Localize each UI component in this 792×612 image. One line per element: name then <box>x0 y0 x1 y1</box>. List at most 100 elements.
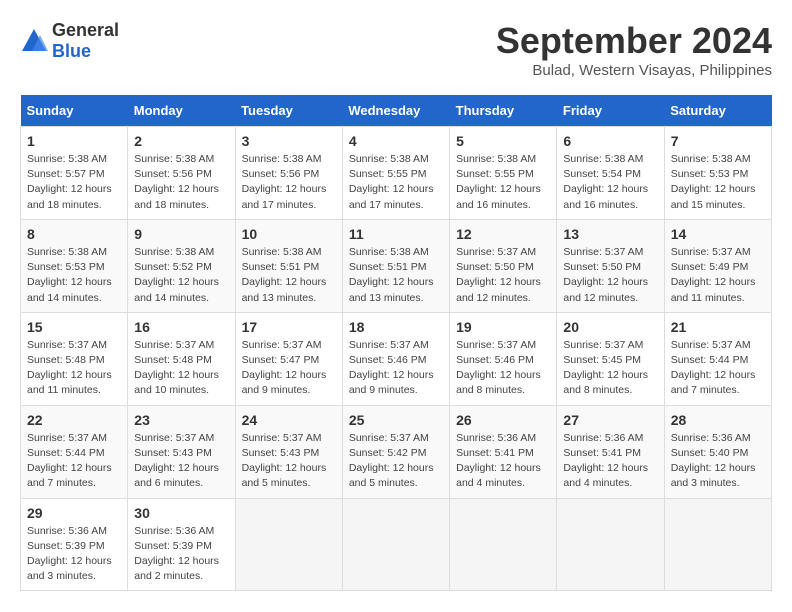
calendar-day: 27 Sunrise: 5:36 AM Sunset: 5:41 PM Dayli… <box>557 405 664 498</box>
day-number: 29 <box>27 505 121 521</box>
day-number: 7 <box>671 133 765 149</box>
day-info: Sunrise: 5:38 AM Sunset: 5:55 PM Dayligh… <box>349 152 443 213</box>
day-number: 2 <box>134 133 228 149</box>
day-info: Sunrise: 5:38 AM Sunset: 5:53 PM Dayligh… <box>27 245 121 306</box>
calendar-day <box>235 498 342 591</box>
calendar-day <box>450 498 557 591</box>
calendar-day: 9Sunrise: 5:38 AM Sunset: 5:52 PM Daylig… <box>128 219 235 312</box>
calendar-table: SundayMondayTuesdayWednesdayThursdayFrid… <box>20 95 772 591</box>
day-info: Sunrise: 5:37 AM Sunset: 5:46 PM Dayligh… <box>349 338 443 399</box>
day-info: Sunrise: 5:36 AM Sunset: 5:39 PM Dayligh… <box>134 524 228 585</box>
calendar-day: 6 Sunrise: 5:38 AM Sunset: 5:54 PM Daylig… <box>557 127 664 220</box>
day-info: Sunrise: 5:37 AM Sunset: 5:43 PM Dayligh… <box>242 431 336 492</box>
calendar-week: 1 Sunrise: 5:38 AM Sunset: 5:57 PM Daylig… <box>21 127 772 220</box>
day-header: Thursday <box>450 95 557 127</box>
day-info: Sunrise: 5:37 AM Sunset: 5:50 PM Dayligh… <box>563 245 657 306</box>
day-number: 10 <box>242 226 336 242</box>
day-number: 27 <box>563 412 657 428</box>
day-number: 22 <box>27 412 121 428</box>
calendar-day: 19 Sunrise: 5:37 AM Sunset: 5:46 PM Dayli… <box>450 312 557 405</box>
day-info: Sunrise: 5:37 AM Sunset: 5:44 PM Dayligh… <box>671 338 765 399</box>
calendar-day: 13 Sunrise: 5:37 AM Sunset: 5:50 PM Dayli… <box>557 219 664 312</box>
day-info: Sunrise: 5:38 AM Sunset: 5:56 PM Dayligh… <box>242 152 336 213</box>
day-info: Sunrise: 5:38 AM Sunset: 5:54 PM Dayligh… <box>563 152 657 213</box>
day-number: 30 <box>134 505 228 521</box>
calendar-day <box>664 498 771 591</box>
day-number: 18 <box>349 319 443 335</box>
day-number: 15 <box>27 319 121 335</box>
day-number: 6 <box>563 133 657 149</box>
page-header: General Blue September 2024 Bulad, Weste… <box>20 20 772 79</box>
day-info: Sunrise: 5:38 AM Sunset: 5:51 PM Dayligh… <box>242 245 336 306</box>
day-info: Sunrise: 5:37 AM Sunset: 5:50 PM Dayligh… <box>456 245 550 306</box>
day-info: Sunrise: 5:37 AM Sunset: 5:48 PM Dayligh… <box>27 338 121 399</box>
calendar-day: 26 Sunrise: 5:36 AM Sunset: 5:41 PM Dayli… <box>450 405 557 498</box>
calendar-week: 29 Sunrise: 5:36 AM Sunset: 5:39 PM Dayli… <box>21 498 772 591</box>
calendar-day: 1 Sunrise: 5:38 AM Sunset: 5:57 PM Daylig… <box>21 127 128 220</box>
day-info: Sunrise: 5:37 AM Sunset: 5:46 PM Dayligh… <box>456 338 550 399</box>
calendar-day: 22 Sunrise: 5:37 AM Sunset: 5:44 PM Dayli… <box>21 405 128 498</box>
location-title: Bulad, Western Visayas, Philippines <box>496 62 772 79</box>
day-info: Sunrise: 5:38 AM Sunset: 5:57 PM Dayligh… <box>27 152 121 213</box>
day-number: 8 <box>27 226 121 242</box>
day-header: Monday <box>128 95 235 127</box>
calendar-day: 11Sunrise: 5:38 AM Sunset: 5:51 PM Dayli… <box>342 219 449 312</box>
calendar-day: 2 Sunrise: 5:38 AM Sunset: 5:56 PM Daylig… <box>128 127 235 220</box>
day-info: Sunrise: 5:37 AM Sunset: 5:48 PM Dayligh… <box>134 338 228 399</box>
day-header: Sunday <box>21 95 128 127</box>
day-info: Sunrise: 5:37 AM Sunset: 5:43 PM Dayligh… <box>134 431 228 492</box>
day-info: Sunrise: 5:37 AM Sunset: 5:49 PM Dayligh… <box>671 245 765 306</box>
calendar-day: 30 Sunrise: 5:36 AM Sunset: 5:39 PM Dayli… <box>128 498 235 591</box>
calendar-day: 28 Sunrise: 5:36 AM Sunset: 5:40 PM Dayli… <box>664 405 771 498</box>
day-number: 1 <box>27 133 121 149</box>
calendar-day: 4 Sunrise: 5:38 AM Sunset: 5:55 PM Daylig… <box>342 127 449 220</box>
day-number: 5 <box>456 133 550 149</box>
day-number: 17 <box>242 319 336 335</box>
day-number: 13 <box>563 226 657 242</box>
day-number: 4 <box>349 133 443 149</box>
calendar-day: 21 Sunrise: 5:37 AM Sunset: 5:44 PM Dayli… <box>664 312 771 405</box>
day-info: Sunrise: 5:36 AM Sunset: 5:41 PM Dayligh… <box>563 431 657 492</box>
day-number: 12 <box>456 226 550 242</box>
day-number: 21 <box>671 319 765 335</box>
day-number: 24 <box>242 412 336 428</box>
day-header: Wednesday <box>342 95 449 127</box>
calendar-day: 5 Sunrise: 5:38 AM Sunset: 5:55 PM Daylig… <box>450 127 557 220</box>
calendar-day: 23Sunrise: 5:37 AM Sunset: 5:43 PM Dayli… <box>128 405 235 498</box>
logo: General Blue <box>20 20 119 62</box>
calendar-day <box>342 498 449 591</box>
day-number: 28 <box>671 412 765 428</box>
day-info: Sunrise: 5:37 AM Sunset: 5:47 PM Dayligh… <box>242 338 336 399</box>
day-info: Sunrise: 5:37 AM Sunset: 5:44 PM Dayligh… <box>27 431 121 492</box>
calendar-day: 12 Sunrise: 5:37 AM Sunset: 5:50 PM Dayli… <box>450 219 557 312</box>
calendar-week: 15 Sunrise: 5:37 AM Sunset: 5:48 PM Dayli… <box>21 312 772 405</box>
calendar-day: 16Sunrise: 5:37 AM Sunset: 5:48 PM Dayli… <box>128 312 235 405</box>
calendar-day: 18 Sunrise: 5:37 AM Sunset: 5:46 PM Dayli… <box>342 312 449 405</box>
calendar-day: 7Sunrise: 5:38 AM Sunset: 5:53 PM Daylig… <box>664 127 771 220</box>
calendar-day: 15 Sunrise: 5:37 AM Sunset: 5:48 PM Dayli… <box>21 312 128 405</box>
calendar-day: 10 Sunrise: 5:38 AM Sunset: 5:51 PM Dayli… <box>235 219 342 312</box>
logo-general: General <box>52 20 119 40</box>
day-number: 20 <box>563 319 657 335</box>
calendar-day: 3 Sunrise: 5:38 AM Sunset: 5:56 PM Daylig… <box>235 127 342 220</box>
day-info: Sunrise: 5:36 AM Sunset: 5:40 PM Dayligh… <box>671 431 765 492</box>
day-header: Friday <box>557 95 664 127</box>
month-title: September 2024 <box>496 20 772 62</box>
logo-blue: Blue <box>52 41 91 61</box>
day-info: Sunrise: 5:38 AM Sunset: 5:55 PM Dayligh… <box>456 152 550 213</box>
calendar-day: 25Sunrise: 5:37 AM Sunset: 5:42 PM Dayli… <box>342 405 449 498</box>
day-number: 9 <box>134 226 228 242</box>
day-number: 25 <box>349 412 443 428</box>
calendar-day: 29Sunrise: 5:36 AM Sunset: 5:39 PM Dayli… <box>21 498 128 591</box>
calendar-day: 8 Sunrise: 5:38 AM Sunset: 5:53 PM Daylig… <box>21 219 128 312</box>
day-info: Sunrise: 5:36 AM Sunset: 5:41 PM Dayligh… <box>456 431 550 492</box>
day-header: Saturday <box>664 95 771 127</box>
day-number: 26 <box>456 412 550 428</box>
calendar-day: 24 Sunrise: 5:37 AM Sunset: 5:43 PM Dayli… <box>235 405 342 498</box>
day-number: 19 <box>456 319 550 335</box>
day-info: Sunrise: 5:38 AM Sunset: 5:56 PM Dayligh… <box>134 152 228 213</box>
logo-icon <box>20 27 48 55</box>
title-section: September 2024 Bulad, Western Visayas, P… <box>496 20 772 79</box>
day-number: 11 <box>349 226 443 242</box>
day-number: 3 <box>242 133 336 149</box>
